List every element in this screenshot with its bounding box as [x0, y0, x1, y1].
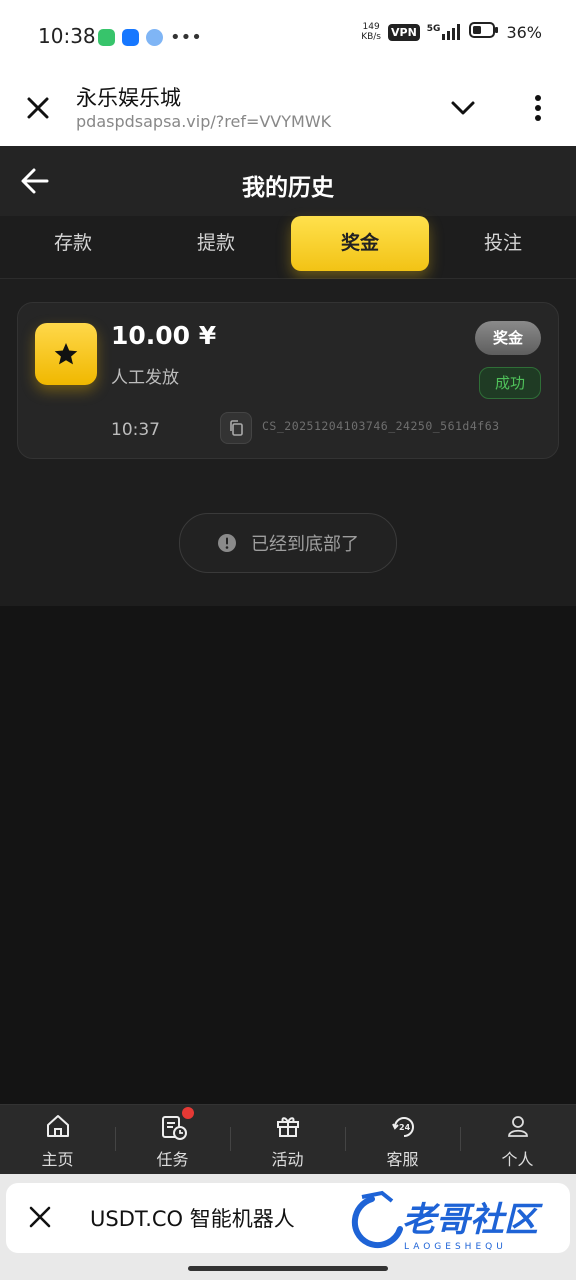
bot-banner[interactable]: USDT.CO 智能机器人 老哥社区 LAOGESHEQU	[6, 1183, 570, 1253]
gift-icon	[277, 1117, 299, 1137]
copy-icon	[230, 420, 243, 436]
record-source: 人工发放	[111, 368, 179, 388]
nav-item-profile[interactable]: 个人	[460, 1105, 575, 1175]
star-icon	[54, 343, 78, 365]
support-24h-icon: 24	[392, 1117, 414, 1137]
network-speed: 149 KB/s	[361, 22, 381, 42]
bonus-badge	[35, 323, 97, 385]
close-icon	[29, 1206, 51, 1228]
alipay-icon	[122, 29, 139, 46]
notification-dot	[182, 1107, 194, 1119]
swirl-app-icon	[146, 29, 163, 46]
bottom-nav: 主页 任务 活动 24 客服 个人	[0, 1104, 576, 1175]
nav-label-activities: 活动	[271, 1150, 304, 1169]
end-of-list-indicator: 已经到底部了	[179, 513, 397, 573]
banner-text: USDT.CO 智能机器人	[90, 1207, 295, 1231]
status-bar: 10:38 ••• 149 KB/s VPN 5G 36%	[0, 0, 576, 70]
nav-item-tasks[interactable]: 任务	[115, 1105, 230, 1175]
status-time: 10:38	[38, 24, 96, 48]
battery-percent: 36%	[506, 22, 542, 42]
nav-label-profile: 个人	[501, 1150, 534, 1169]
record-status-badge: 成功	[479, 367, 541, 399]
info-icon	[218, 534, 236, 552]
chat-app-icon	[98, 29, 115, 46]
status-indicators: 149 KB/s VPN 5G 36%	[361, 22, 542, 42]
site-title: 永乐娱乐城	[76, 86, 181, 110]
more-menu-button[interactable]	[528, 94, 548, 126]
home-icon	[47, 1115, 69, 1137]
nav-item-activities[interactable]: 活动	[230, 1105, 345, 1175]
close-icon	[27, 97, 49, 119]
record-type-badge: 奖金	[475, 321, 541, 355]
signal-icon: 5G	[427, 24, 463, 40]
watermark-logo: 老哥社区 LAOGESHEQU	[351, 1190, 543, 1252]
nav-item-home[interactable]: 主页	[0, 1105, 115, 1175]
close-banner-button[interactable]	[28, 1205, 52, 1233]
nav-item-support[interactable]: 24 客服	[345, 1105, 460, 1175]
site-url[interactable]: pdaspdsapsa.vip/?ref=VVYMWK	[76, 112, 331, 131]
user-icon	[508, 1116, 528, 1137]
more-vertical-icon	[535, 95, 541, 121]
page-header: 我的历史	[0, 146, 576, 216]
browser-bar: 永乐娱乐城 pdaspdsapsa.vip/?ref=VVYMWK	[0, 70, 576, 147]
history-tabs: 存款 提款 奖金 投注	[0, 216, 576, 279]
svg-text:老哥社区: 老哥社区	[402, 1200, 543, 1240]
vpn-badge: VPN	[388, 23, 420, 41]
more-notifications-icon: •••	[170, 27, 202, 48]
home-indicator	[188, 1266, 388, 1271]
page-title: 我的历史	[242, 175, 334, 201]
empty-area	[0, 606, 576, 1104]
nav-label-home: 主页	[41, 1150, 74, 1169]
record-amount: 10.00 ¥	[111, 321, 217, 350]
nav-label-support: 客服	[386, 1150, 419, 1169]
close-browser-button[interactable]	[24, 94, 52, 126]
end-of-list-text: 已经到底部了	[251, 534, 359, 555]
svg-text:24: 24	[399, 1123, 411, 1132]
tab-bonus[interactable]: 奖金	[291, 216, 429, 271]
expand-button[interactable]	[449, 98, 477, 122]
nav-label-tasks: 任务	[156, 1150, 189, 1169]
tab-bets[interactable]: 投注	[434, 216, 572, 271]
record-time: 10:37	[111, 420, 160, 440]
notification-icons: •••	[98, 27, 202, 48]
battery-icon	[469, 22, 499, 42]
bonus-record-card[interactable]: 10.00 ¥ 人工发放 10:37 奖金 成功 CS_202512041037…	[17, 302, 559, 459]
copy-order-id-button[interactable]	[220, 412, 252, 444]
svg-text:LAOGESHEQU: LAOGESHEQU	[404, 1242, 507, 1252]
tab-deposit[interactable]: 存款	[4, 216, 142, 271]
chevron-down-icon	[451, 101, 475, 115]
bottom-banner: USDT.CO 智能机器人 老哥社区 LAOGESHEQU	[0, 1174, 576, 1280]
history-list: 10.00 ¥ 人工发放 10:37 奖金 成功 CS_202512041037…	[0, 279, 576, 606]
record-order-id: CS_20251204103746_24250_561d4f63	[262, 419, 500, 433]
tab-withdraw[interactable]: 提款	[147, 216, 285, 271]
